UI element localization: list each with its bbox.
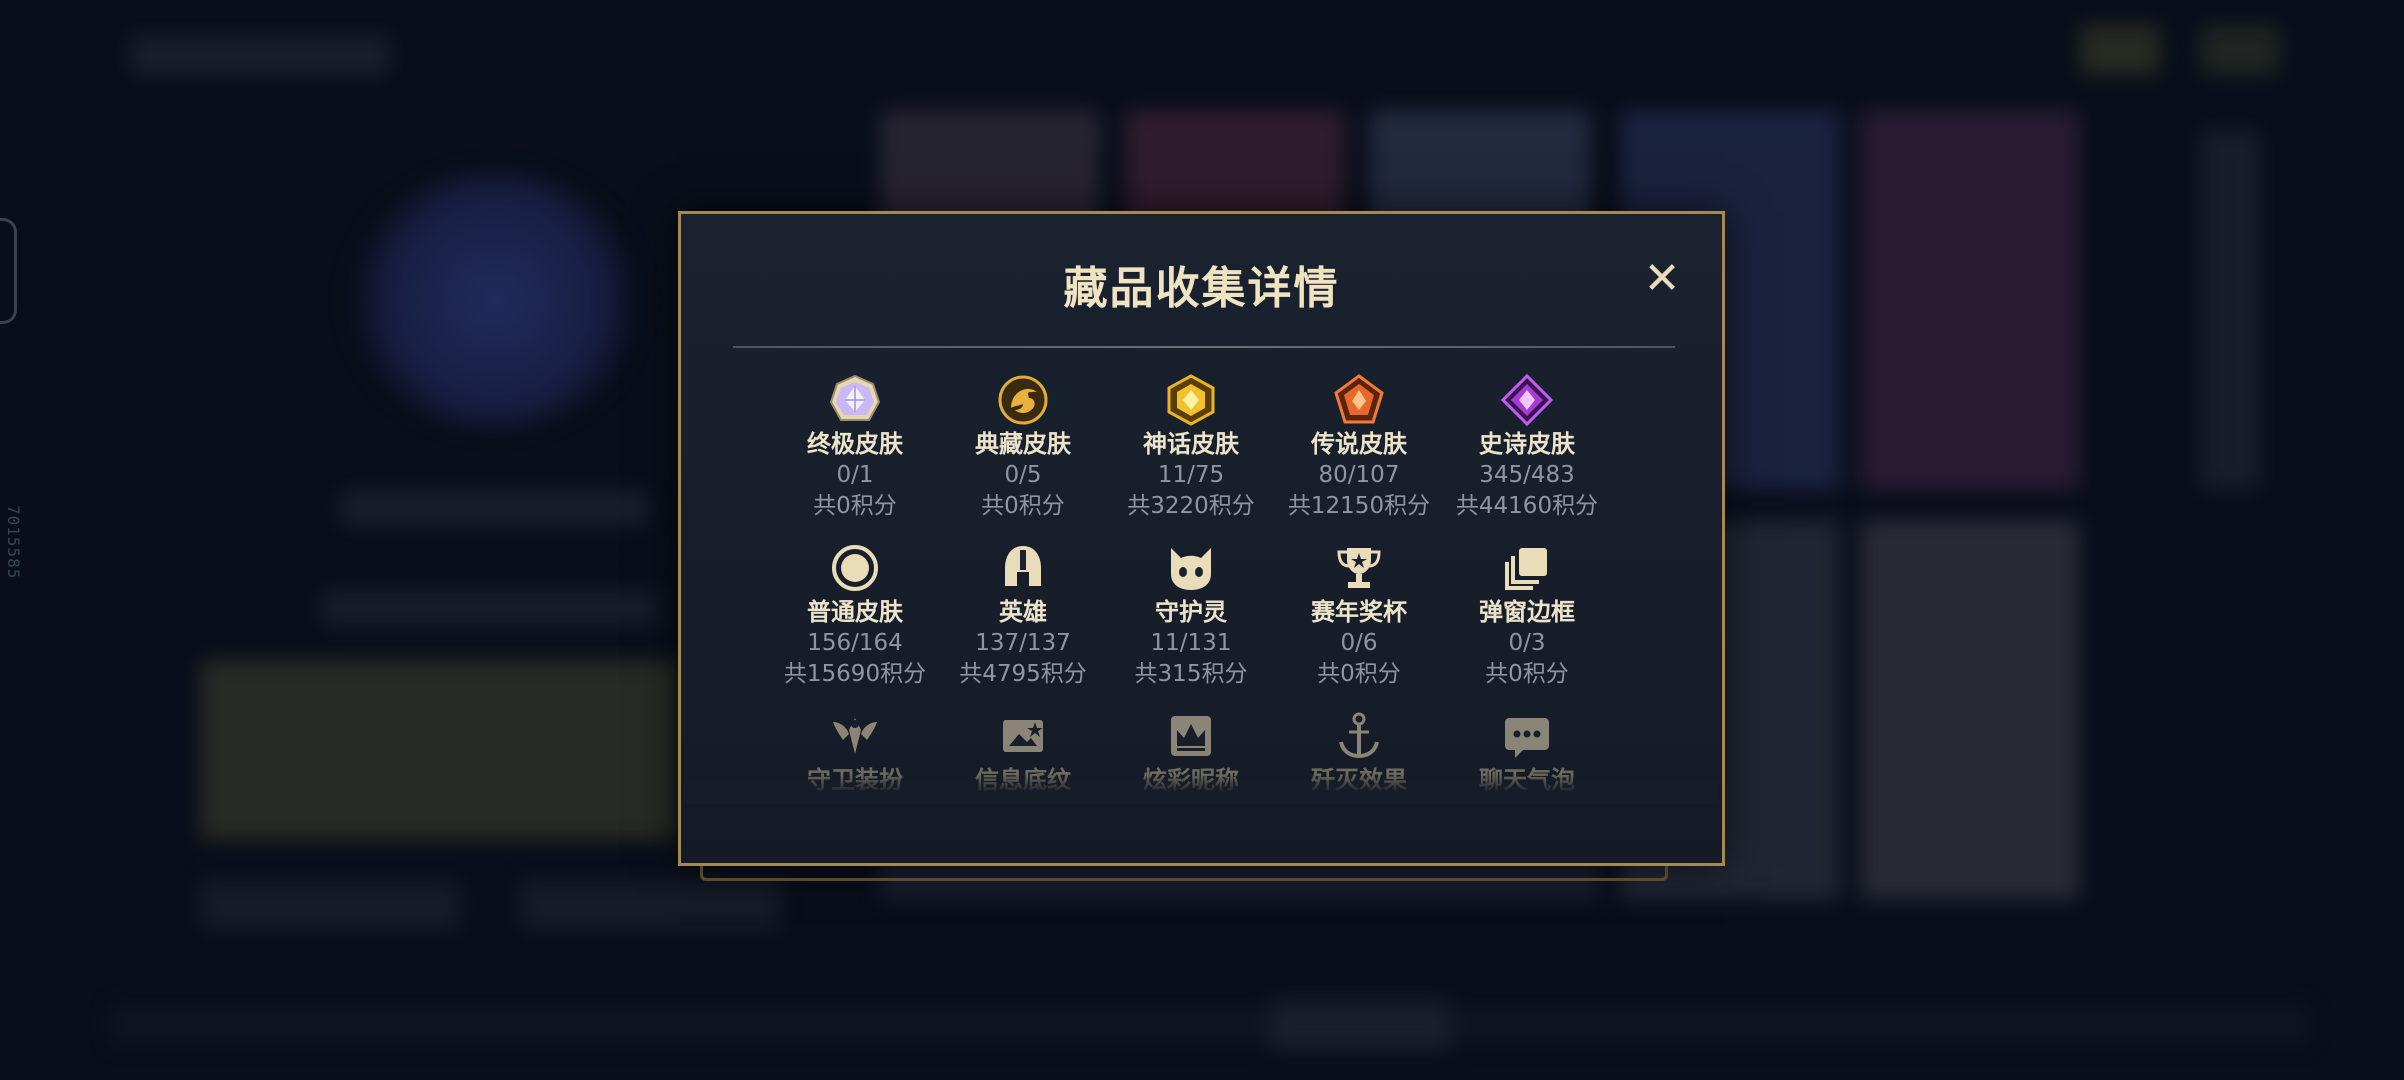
item-points: 共0积分	[1485, 661, 1569, 687]
item-points: 共315积分	[1134, 661, 1248, 687]
item-count: 11/75	[1157, 462, 1225, 488]
item-points: 共4795积分	[959, 661, 1087, 687]
title-divider	[733, 346, 1675, 348]
item-count: 0/1	[836, 462, 874, 488]
season-trophy-icon	[1333, 542, 1385, 594]
item-count: 11/131	[1150, 630, 1232, 656]
item-points: 共3220积分	[1127, 493, 1255, 519]
guardian-spirit-icon	[1165, 542, 1217, 594]
close-button[interactable]: ✕	[1639, 256, 1685, 302]
item-label: 守护灵	[1155, 598, 1227, 626]
mythic-skin-gem-icon	[1165, 374, 1217, 426]
item-label: 英雄	[999, 598, 1047, 626]
normal-skin-ring-icon	[829, 542, 881, 594]
collection-grid: 终极皮肤 0/1 共0积分 典藏皮肤 0/5 共0积分 神话皮肤 11/75 共…	[771, 374, 1611, 814]
item-count: 345/483	[1479, 462, 1575, 488]
item-count: 80/107	[1318, 462, 1400, 488]
collection-item-mythic-skin[interactable]: 神话皮肤 11/75 共3220积分	[1107, 374, 1275, 522]
collection-item-legendary-skin[interactable]: 传说皮肤 80/107 共12150积分	[1275, 374, 1443, 522]
collection-item-guardian-spirit[interactable]: 守护灵 11/131 共315积分	[1107, 542, 1275, 690]
item-label: 典藏皮肤	[975, 430, 1071, 458]
info-card-icon	[997, 710, 1049, 762]
item-points: 共44160积分	[1455, 493, 1599, 519]
chat-bubble-icon	[1501, 710, 1553, 762]
epic-skin-gem-icon	[1501, 374, 1553, 426]
item-count: 0/6	[1340, 630, 1378, 656]
popup-frame-icon	[1501, 542, 1553, 594]
item-points: 共0积分	[981, 493, 1065, 519]
item-label: 弹窗边框	[1479, 598, 1575, 626]
item-label: 赛年奖杯	[1311, 598, 1407, 626]
item-label: 终极皮肤	[807, 430, 903, 458]
item-points: 共12150积分	[1287, 493, 1431, 519]
item-label: 神话皮肤	[1143, 430, 1239, 458]
side-id-text: 7015585	[4, 505, 23, 580]
side-tab-handle[interactable]	[0, 218, 17, 324]
collection-item-season-trophy[interactable]: 赛年奖杯 0/6 共0积分	[1275, 542, 1443, 690]
collection-item-champion[interactable]: 英雄 137/137 共4795积分	[939, 542, 1107, 690]
item-points: 共15690积分	[783, 661, 927, 687]
item-label: 史诗皮肤	[1479, 430, 1575, 458]
champion-helmet-icon	[997, 542, 1049, 594]
item-points: 共0积分	[1317, 661, 1401, 687]
item-count: 0/5	[1004, 462, 1042, 488]
item-count: 156/164	[807, 630, 903, 656]
legendary-skin-gem-icon	[1333, 374, 1385, 426]
item-count: 0/3	[1508, 630, 1546, 656]
ultimate-skin-gem-icon	[829, 374, 881, 426]
elimination-effect-icon	[1333, 710, 1385, 762]
collection-item-ultimate-skin[interactable]: 终极皮肤 0/1 共0积分	[771, 374, 939, 522]
collection-item-epic-skin[interactable]: 史诗皮肤 345/483 共44160积分	[1443, 374, 1611, 522]
collection-item-normal-skin[interactable]: 普通皮肤 156/164 共15690积分	[771, 542, 939, 690]
item-label: 传说皮肤	[1311, 430, 1407, 458]
collection-item-prestige-skin[interactable]: 典藏皮肤 0/5 共0积分	[939, 374, 1107, 522]
prestige-skin-dragon-icon	[997, 374, 1049, 426]
modal-title: 藏品收集详情	[1063, 263, 1340, 314]
colorful-nickname-icon	[1165, 710, 1217, 762]
item-count: 137/137	[975, 630, 1071, 656]
scroll-fade-mask	[684, 774, 1719, 804]
collection-details-modal: 藏品收集详情 ✕ 终极皮肤 0/1 共0积分 典藏皮肤 0/5 共0积分 神话皮…	[678, 211, 1725, 866]
item-points: 共0积分	[813, 493, 897, 519]
ward-skin-icon	[829, 710, 881, 762]
collection-item-popup-frame[interactable]: 弹窗边框 0/3 共0积分	[1443, 542, 1611, 690]
item-label: 普通皮肤	[807, 598, 903, 626]
